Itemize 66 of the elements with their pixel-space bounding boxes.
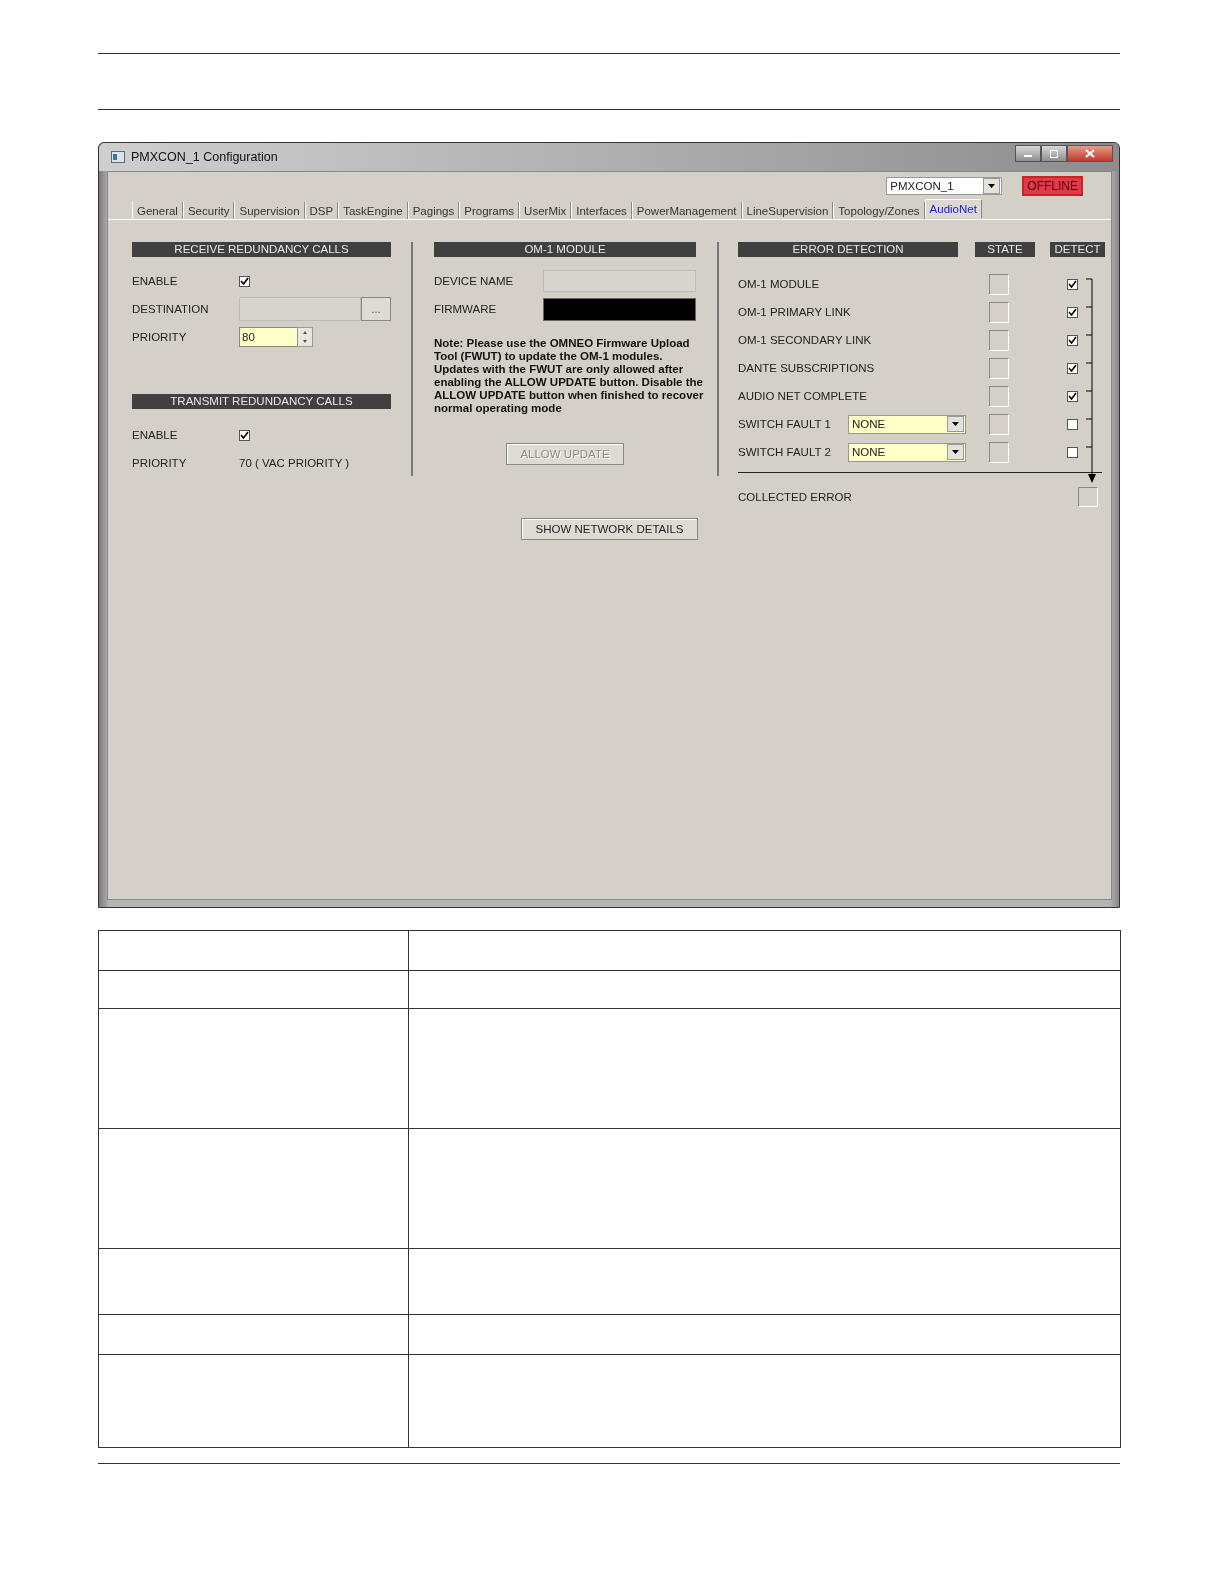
- error-label: OM-1 SECONDARY LINK: [738, 333, 873, 348]
- tab[interactable]: Programs: [459, 202, 520, 219]
- checkbox[interactable]: [1067, 390, 1078, 402]
- maximize-icon: [1049, 149, 1059, 158]
- tab[interactable]: Supervision: [234, 202, 305, 219]
- fault-select[interactable]: NONE: [848, 414, 966, 434]
- close-icon: [1085, 149, 1095, 158]
- checkbox[interactable]: [1067, 278, 1078, 290]
- device-name-field[interactable]: [543, 270, 696, 292]
- tab[interactable]: TaskEngine: [338, 202, 408, 219]
- column-header: DETECT: [1050, 242, 1105, 257]
- show-network-details-button[interactable]: SHOW NETWORK DETAILS: [521, 518, 698, 540]
- error-label: COLLECTED ERROR: [738, 491, 852, 503]
- tab[interactable]: LineSupervision: [741, 202, 834, 219]
- checkbox[interactable]: [239, 275, 250, 287]
- tab[interactable]: AudioNet: [924, 199, 982, 218]
- close-button[interactable]: [1067, 145, 1113, 162]
- priority-value: 70 ( VAC PRIORITY ): [239, 457, 350, 469]
- field-label: DEVICE NAME: [434, 275, 515, 287]
- priority-field[interactable]: 80: [239, 327, 297, 347]
- column-header: STATE: [975, 242, 1035, 257]
- checkbox[interactable]: [1067, 418, 1078, 430]
- tab[interactable]: Interfaces: [571, 202, 632, 219]
- error-label: SWITCH FAULT 2: [738, 445, 832, 460]
- error-label: DANTE SUBSCRIPTIONS: [738, 361, 876, 376]
- dropdown-arrow-icon: [988, 184, 996, 188]
- error-label: OM-1 PRIMARY LINK: [738, 305, 852, 320]
- section-header: TRANSMIT REDUNDANCY CALLS: [132, 394, 391, 409]
- field-label: PRIORITY: [132, 457, 188, 469]
- firmware-field[interactable]: [543, 297, 696, 321]
- checkbox[interactable]: [1067, 334, 1078, 346]
- tab[interactable]: PowerManagement: [631, 202, 742, 219]
- window-icon: [111, 151, 125, 163]
- error-label: AUDIO NET COMPLETE: [738, 389, 868, 404]
- section-header: ERROR DETECTION: [738, 242, 958, 257]
- device-select[interactable]: PMXCON_1: [886, 177, 1003, 195]
- checkbox[interactable]: [1067, 446, 1078, 458]
- field-label: FIRMWARE: [434, 303, 498, 315]
- checkbox[interactable]: [1067, 362, 1078, 374]
- status-indicator: OFFLINE: [1022, 176, 1083, 196]
- field-label: DESTINATION: [132, 303, 210, 315]
- section-header: OM-1 MODULE: [434, 242, 696, 257]
- note-text: Note: Please use the OMNEO Firmware Upload Tool (FWUT) to update the OM-1 modules. Updates with the FWUT are only allowed after enabling the ALLOW UPDATE button. Disable the ALLOW UPDATE button when finished to recover normal operating mode: [434, 337, 705, 415]
- tab[interactable]: Topology/Zones: [833, 202, 925, 219]
- tab[interactable]: DSP: [304, 202, 339, 219]
- maximize-button[interactable]: [1041, 145, 1067, 162]
- spin-buttons[interactable]: [297, 327, 313, 347]
- tab[interactable]: UserMix: [519, 202, 572, 219]
- minimize-button[interactable]: [1015, 145, 1041, 162]
- dropdown-arrow-icon: [952, 422, 959, 426]
- browse-button[interactable]: ...: [361, 297, 391, 321]
- dropdown-arrow-icon: [952, 450, 959, 454]
- tab[interactable]: Pagings: [407, 202, 460, 219]
- error-label: OM-1 MODULE: [738, 277, 821, 292]
- fault-select[interactable]: NONE: [848, 442, 966, 462]
- checkbox[interactable]: [239, 429, 250, 441]
- tab[interactable]: Security: [182, 202, 235, 219]
- field-label: PRIORITY: [132, 331, 188, 343]
- destination-field[interactable]: [239, 297, 362, 321]
- error-label: SWITCH FAULT 1: [738, 417, 832, 432]
- section-header: RECEIVE REDUNDANCY CALLS: [132, 242, 391, 257]
- tab[interactable]: General: [132, 202, 183, 219]
- field-label: ENABLE: [132, 275, 179, 287]
- field-label: ENABLE: [132, 429, 179, 441]
- checkbox[interactable]: [1067, 306, 1078, 318]
- window-title: PMXCON_1 Configuration: [131, 150, 278, 164]
